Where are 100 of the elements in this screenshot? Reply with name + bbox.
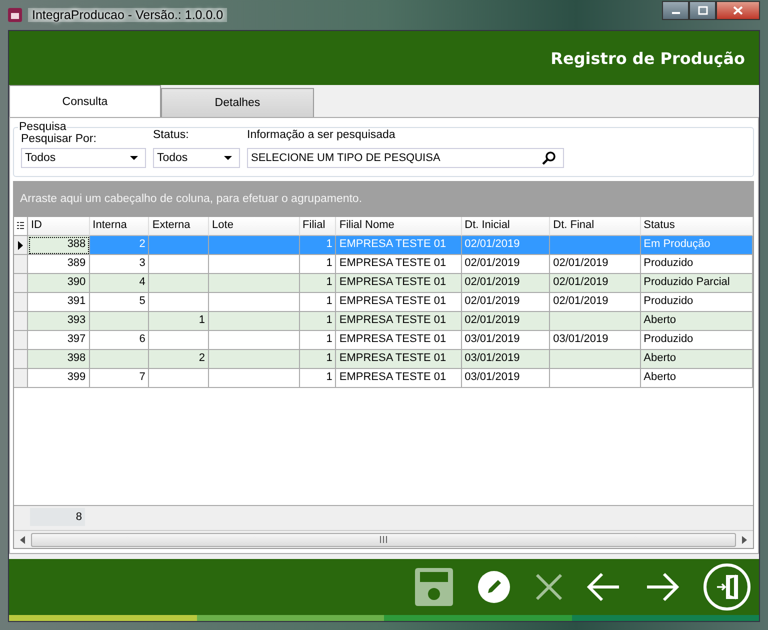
- table-cell: 02/01/2019: [550, 274, 641, 293]
- edit-button[interactable]: [477, 570, 511, 604]
- table-cell: 1: [300, 274, 336, 293]
- scroll-right-icon[interactable]: [742, 536, 747, 544]
- group-label: Pesquisa: [18, 121, 68, 133]
- close-icon: [733, 6, 743, 15]
- table-cell: 02/01/2019: [462, 255, 550, 274]
- table-cell: 398: [28, 350, 90, 369]
- page-title: Registro de Produção: [550, 48, 745, 68]
- table-cell: Produzido: [640, 255, 753, 274]
- window-title: IntegraProducao - Versão.: 1.0.0.0: [28, 8, 228, 22]
- table-cell: 1: [300, 369, 336, 388]
- table-cell: 03/01/2019: [462, 369, 550, 388]
- table-cell: 02/01/2019: [550, 293, 641, 312]
- search-field[interactable]: SELECIONE UM TIPO DE PESQUISA: [247, 148, 564, 168]
- forward-button[interactable]: [645, 572, 679, 602]
- table-cell: 02/01/2019: [550, 255, 641, 274]
- table-cell: Em Produção: [640, 236, 753, 255]
- table-cell: 03/01/2019: [550, 331, 641, 350]
- dropdown-arrow-icon: [224, 156, 232, 160]
- table-cell: [90, 350, 150, 369]
- column-header[interactable]: Filial Nome: [336, 217, 462, 236]
- search-by-dropdown[interactable]: Todos: [21, 148, 146, 168]
- row-indicator[interactable]: [14, 236, 28, 255]
- table-cell: EMPRESA TESTE 01: [336, 369, 462, 388]
- table-cell: 02/01/2019: [462, 274, 550, 293]
- table-cell: 1: [149, 312, 210, 331]
- back-button[interactable]: [587, 572, 621, 602]
- table-cell: 4: [90, 274, 150, 293]
- table-cell: 393: [28, 312, 90, 331]
- table-cell: [149, 236, 210, 255]
- column-chooser[interactable]: [14, 217, 28, 236]
- exit-button[interactable]: [703, 563, 751, 611]
- column-header[interactable]: Lote: [209, 217, 300, 236]
- minimize-button[interactable]: [662, 1, 689, 20]
- field-label: Informação a ser pesquisada: [247, 129, 396, 141]
- status-dropdown[interactable]: Todos: [153, 148, 240, 168]
- table-cell: 1: [300, 350, 336, 369]
- table-cell: 02/01/2019: [462, 312, 550, 331]
- table-cell: 1: [300, 255, 336, 274]
- group-hint: Arraste aqui um cabeçalho de coluna, para efetuar o agrupamento.: [20, 193, 362, 205]
- grip-icon: [379, 536, 388, 543]
- field-label: Pesquisar Por:: [21, 133, 98, 145]
- table-cell: 397: [28, 331, 90, 350]
- table-cell: 391: [28, 293, 90, 312]
- column-header[interactable]: Externa: [149, 217, 210, 236]
- column-header[interactable]: Interna: [90, 217, 150, 236]
- table-cell: 1: [300, 236, 336, 255]
- column-header[interactable]: Dt. Inicial: [462, 217, 550, 236]
- table-cell: Aberto: [640, 350, 753, 369]
- tab[interactable]: Detalhes: [161, 88, 314, 117]
- table-cell: [90, 312, 150, 331]
- arrow-left-icon: [587, 572, 621, 602]
- table-cell: EMPRESA TESTE 01: [336, 293, 462, 312]
- field-label: Status:: [153, 129, 190, 141]
- maximize-button[interactable]: [689, 1, 716, 20]
- table-cell: 5: [90, 293, 150, 312]
- table-cell: EMPRESA TESTE 01: [336, 274, 462, 293]
- table-cell: 388: [28, 236, 90, 255]
- table-cell: [149, 293, 210, 312]
- scroll-left-icon[interactable]: [20, 536, 25, 544]
- app-icon: [8, 8, 22, 22]
- table-cell: [149, 274, 210, 293]
- close-icon: [535, 573, 563, 601]
- table-cell: EMPRESA TESTE 01: [336, 350, 462, 369]
- table-cell: [149, 369, 210, 388]
- column-header[interactable]: Filial: [300, 217, 336, 236]
- dropdown-arrow-icon: [130, 156, 138, 160]
- exit-door-icon: [703, 563, 751, 611]
- table-cell: 6: [90, 331, 150, 350]
- table-cell: 2: [149, 350, 210, 369]
- column-header[interactable]: ID: [28, 217, 90, 236]
- table-cell: 1: [300, 331, 336, 350]
- table-cell: [149, 255, 210, 274]
- current-row-icon: [18, 240, 23, 250]
- table-cell: 2: [90, 236, 150, 255]
- tab[interactable]: Consulta: [9, 85, 161, 117]
- table-cell: Aberto: [640, 369, 753, 388]
- table-cell: Produzido Parcial: [640, 274, 753, 293]
- column-header[interactable]: Status: [640, 217, 753, 236]
- table-cell: 02/01/2019: [462, 236, 550, 255]
- table-cell: EMPRESA TESTE 01: [336, 255, 462, 274]
- table-cell: [149, 331, 210, 350]
- list-icon[interactable]: [17, 222, 24, 230]
- search-icon[interactable]: [542, 151, 556, 165]
- table-cell: 02/01/2019: [462, 293, 550, 312]
- table-cell: EMPRESA TESTE 01: [336, 236, 462, 255]
- table-cell: 03/01/2019: [462, 331, 550, 350]
- arrow-right-icon: [645, 572, 679, 602]
- table-cell: 1: [300, 312, 336, 331]
- table-cell: 1: [300, 293, 336, 312]
- close-button[interactable]: [716, 1, 760, 20]
- table-cell: EMPRESA TESTE 01: [336, 312, 462, 331]
- table-cell: 399: [28, 369, 90, 388]
- table-cell: 3: [90, 255, 150, 274]
- table-cell: EMPRESA TESTE 01: [336, 331, 462, 350]
- column-header[interactable]: Dt. Final: [550, 217, 641, 236]
- horizontal-scrollbar[interactable]: [14, 530, 753, 548]
- pencil-icon: [477, 570, 511, 604]
- floppy-icon: [415, 568, 453, 606]
